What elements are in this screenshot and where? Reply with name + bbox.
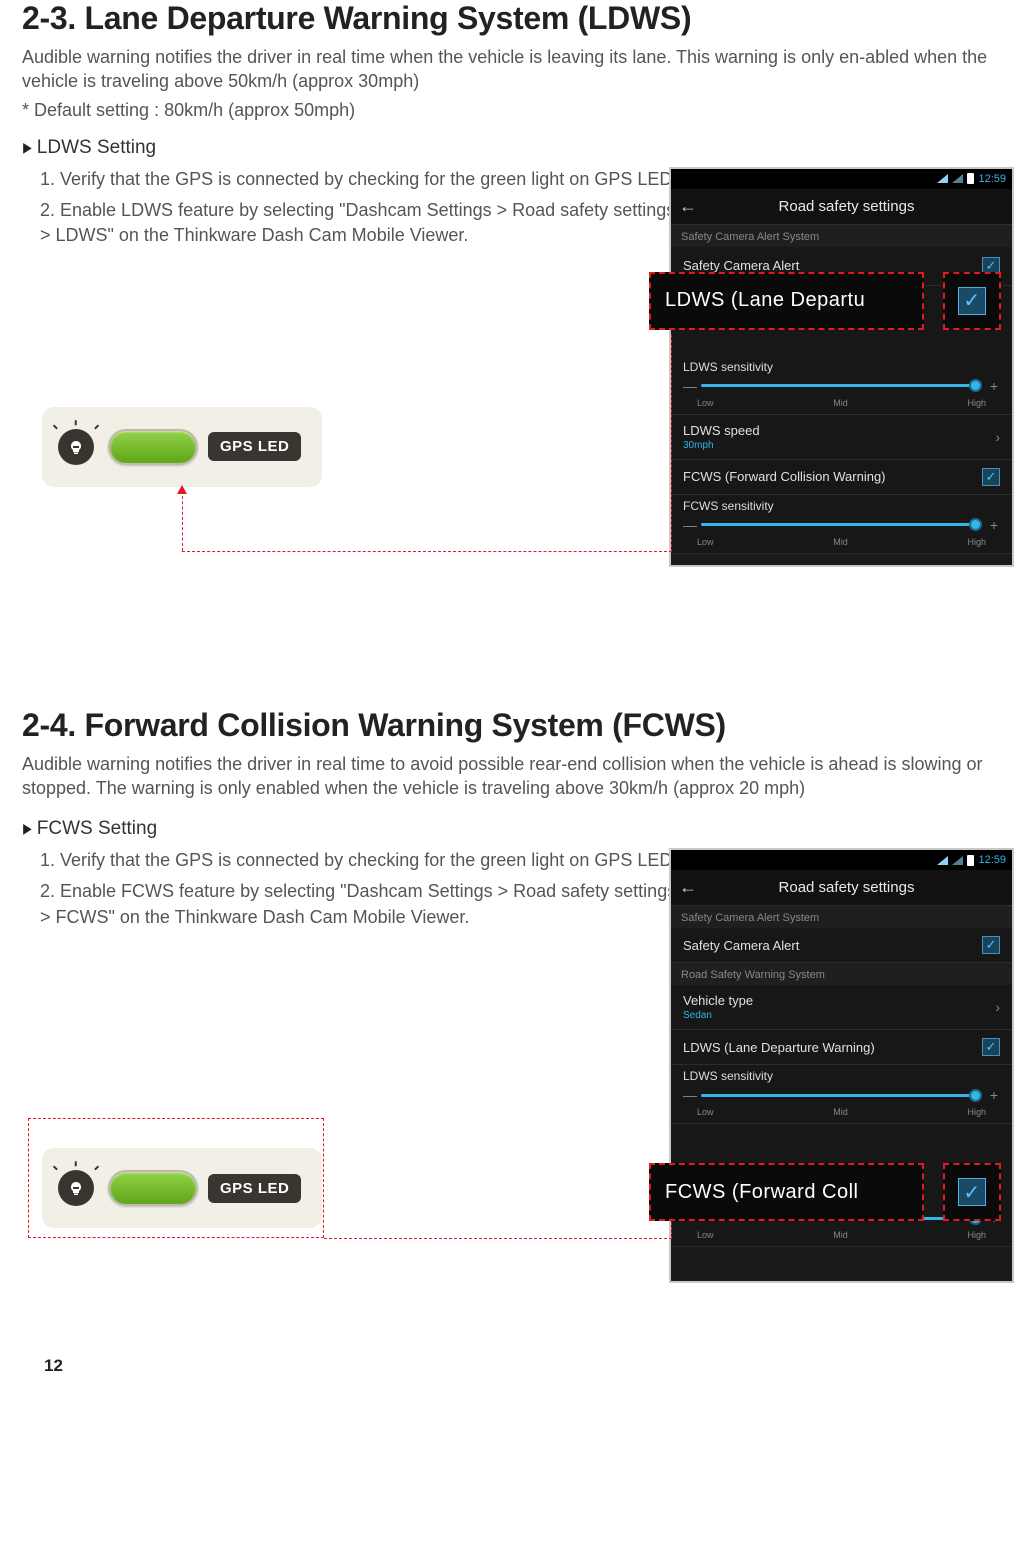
battery-icon bbox=[967, 173, 974, 184]
minus-icon[interactable]: — bbox=[683, 378, 695, 394]
back-icon[interactable]: ← bbox=[679, 196, 697, 217]
ldws-step-1: 1. Verify that the GPS is connected by c… bbox=[40, 167, 680, 192]
battery-icon bbox=[967, 855, 974, 866]
phone-header: ← Road safety settings bbox=[671, 870, 1012, 906]
connector-line bbox=[182, 551, 672, 552]
slider-tick: Low bbox=[697, 398, 714, 408]
setting-label: LDWS speed bbox=[683, 423, 760, 438]
fcws-row[interactable]: FCWS (Forward Collision Warning) ✓ bbox=[671, 460, 1012, 495]
setting-label: Vehicle type bbox=[683, 993, 753, 1008]
setting-label: LDWS (Lane Departure Warning) bbox=[683, 1040, 982, 1055]
slider-bar[interactable] bbox=[701, 523, 982, 526]
ldws-step-2: 2. Enable LDWS feature by selecting "Das… bbox=[40, 198, 680, 248]
slider-tick: High bbox=[967, 537, 986, 547]
section-23-note: * Default setting : 80km/h (approx 50mph… bbox=[22, 100, 999, 121]
slider-tick: Low bbox=[697, 1107, 714, 1117]
ldws-row[interactable]: LDWS (Lane Departure Warning) ✓ bbox=[671, 1030, 1012, 1065]
gps-led-widget: GPS LED bbox=[42, 407, 322, 487]
section-23-description: Audible warning notifies the driver in r… bbox=[22, 45, 999, 94]
setting-label: Safety Camera Alert bbox=[683, 938, 982, 953]
phone-section-label: Safety Camera Alert System bbox=[671, 906, 1012, 928]
phone-header-title: Road safety settings bbox=[707, 198, 986, 215]
connector-line bbox=[324, 1238, 672, 1239]
slider-knob[interactable] bbox=[969, 379, 982, 392]
chevron-right-icon: › bbox=[995, 999, 1000, 1015]
setting-label: LDWS sensitivity bbox=[683, 360, 1000, 374]
setting-subvalue: 30mph bbox=[683, 440, 760, 451]
status-time: 12:59 bbox=[978, 173, 1006, 185]
section-24-description: Audible warning notifies the driver in r… bbox=[22, 752, 999, 801]
signal-icon bbox=[937, 856, 948, 865]
phone-header: ← Road safety settings bbox=[671, 189, 1012, 225]
signal-icon bbox=[952, 174, 963, 183]
checkbox-icon[interactable]: ✓ bbox=[982, 468, 1000, 486]
highlight-fcws-checkbox[interactable]: ✓ bbox=[943, 1163, 1001, 1221]
page-number: 12 bbox=[44, 1356, 63, 1376]
ldws-sensitivity-row[interactable]: LDWS sensitivity — + Low Mid High bbox=[671, 1065, 1012, 1124]
slider-tick: High bbox=[967, 1107, 986, 1117]
checkbox-icon: ✓ bbox=[958, 287, 986, 315]
fcws-sensitivity-row[interactable]: FCWS sensitivity — + Low Mid High bbox=[671, 495, 1012, 554]
checkbox-icon: ✓ bbox=[958, 1178, 986, 1206]
setting-label: FCWS sensitivity bbox=[683, 499, 1000, 513]
status-bar: 12:59 bbox=[671, 850, 1012, 870]
connector-box bbox=[28, 1118, 324, 1238]
connector-line bbox=[182, 491, 183, 551]
checkbox-icon[interactable]: ✓ bbox=[982, 1038, 1000, 1056]
phone-header-title: Road safety settings bbox=[707, 879, 986, 896]
safety-camera-alert-row[interactable]: Safety Camera Alert ✓ bbox=[671, 928, 1012, 963]
signal-icon bbox=[952, 856, 963, 865]
checkbox-icon[interactable]: ✓ bbox=[982, 936, 1000, 954]
fcws-step-2: 2. Enable FCWS feature by selecting "Das… bbox=[40, 879, 680, 929]
status-time: 12:59 bbox=[978, 854, 1006, 866]
slider-tick: High bbox=[967, 1230, 986, 1240]
slider-tick: Low bbox=[697, 537, 714, 547]
minus-icon[interactable]: — bbox=[683, 517, 695, 533]
fcws-setting-heading: FCWS Setting bbox=[22, 818, 999, 840]
slider-tick: Mid bbox=[833, 1230, 848, 1240]
section-24-title: 2-4. Forward Collision Warning System (F… bbox=[22, 707, 999, 744]
vehicle-type-row[interactable]: Vehicle type Sedan › bbox=[671, 985, 1012, 1030]
connector-line bbox=[671, 335, 672, 552]
phone-section-label: Safety Camera Alert System bbox=[671, 225, 1012, 247]
plus-icon[interactable]: + bbox=[988, 378, 1000, 394]
slider-bar[interactable] bbox=[701, 1094, 982, 1097]
slider-tick: Mid bbox=[833, 398, 848, 408]
plus-icon[interactable]: + bbox=[988, 517, 1000, 533]
phone-screenshot-ldws: 12:59 ← Road safety settings Safety Came… bbox=[669, 167, 1014, 567]
fcws-block: 1. Verify that the GPS is connected by c… bbox=[22, 848, 999, 1288]
slider-tick: Low bbox=[697, 1230, 714, 1240]
section-23-title: 2-3. Lane Departure Warning System (LDWS… bbox=[22, 0, 999, 37]
ldws-setting-heading: LDWS Setting bbox=[22, 137, 999, 159]
setting-label: FCWS (Forward Collision Warning) bbox=[683, 469, 982, 484]
highlight-ldws-label: LDWS (Lane Departu bbox=[649, 272, 924, 330]
phone-section-label: Road Safety Warning System bbox=[671, 963, 1012, 985]
chevron-right-icon: › bbox=[995, 429, 1000, 445]
minus-icon[interactable]: — bbox=[683, 1087, 695, 1103]
slider-tick: Mid bbox=[833, 1107, 848, 1117]
slider-tick: Mid bbox=[833, 537, 848, 547]
plus-icon[interactable]: + bbox=[988, 1087, 1000, 1103]
gps-led-label: GPS LED bbox=[208, 432, 301, 461]
fcws-step-1: 1. Verify that the GPS is connected by c… bbox=[40, 848, 680, 873]
setting-label: LDWS sensitivity bbox=[683, 1069, 1000, 1083]
setting-subvalue: Sedan bbox=[683, 1010, 753, 1021]
status-bar: 12:59 bbox=[671, 169, 1012, 189]
arrowhead-icon bbox=[177, 485, 187, 494]
slider-knob[interactable] bbox=[969, 1089, 982, 1102]
highlight-ldws-checkbox[interactable]: ✓ bbox=[943, 272, 1001, 330]
back-icon[interactable]: ← bbox=[679, 877, 697, 898]
signal-icon bbox=[937, 174, 948, 183]
slider-knob[interactable] bbox=[969, 518, 982, 531]
gps-led-light bbox=[108, 429, 198, 465]
ldws-speed-row[interactable]: LDWS speed 30mph › bbox=[671, 415, 1012, 460]
ldws-sensitivity-row[interactable]: LDWS sensitivity — + Low Mid High bbox=[671, 356, 1012, 415]
highlight-fcws-label: FCWS (Forward Coll bbox=[649, 1163, 924, 1221]
ldws-block: 1. Verify that the GPS is connected by c… bbox=[22, 167, 999, 587]
bulb-icon bbox=[58, 429, 94, 465]
connector-line bbox=[671, 1218, 672, 1239]
slider-tick: High bbox=[967, 398, 986, 408]
slider-bar[interactable] bbox=[701, 384, 982, 387]
